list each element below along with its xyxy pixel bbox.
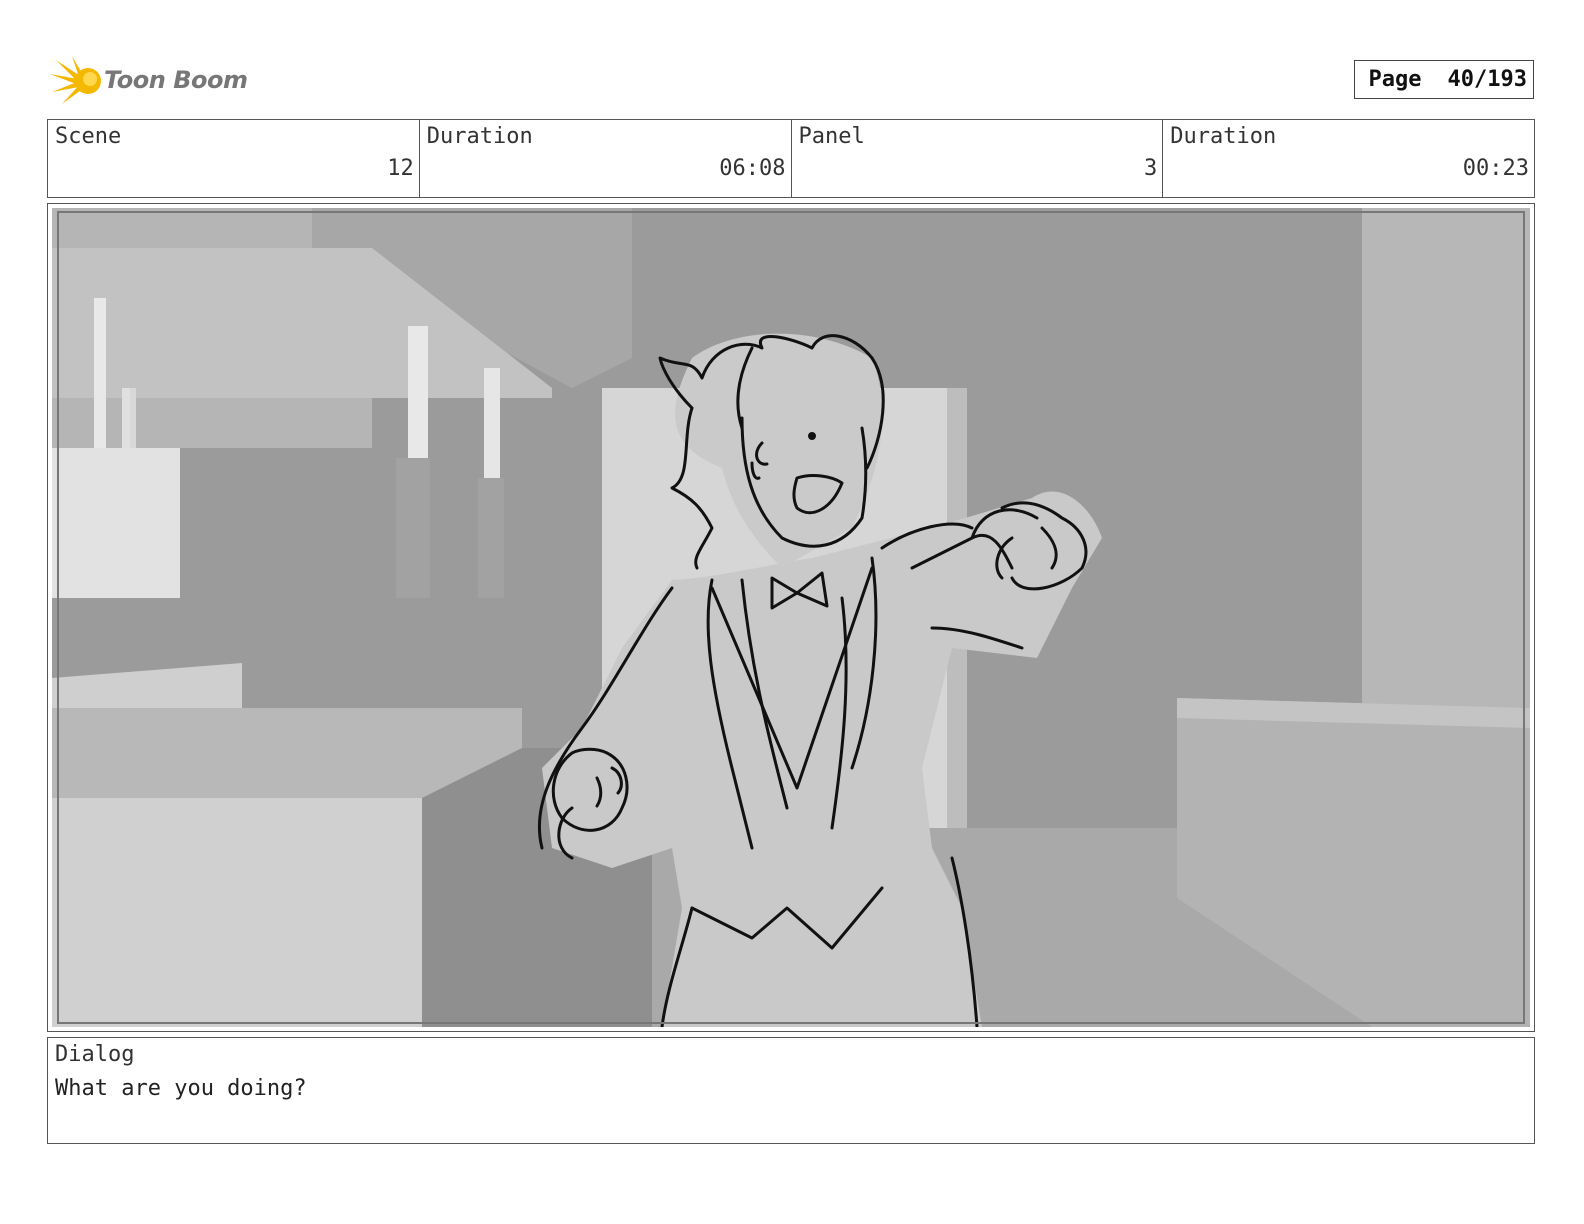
sketch-drawing bbox=[52, 208, 1530, 1027]
page-number: 40/193 bbox=[1447, 67, 1527, 92]
panel-cell: Panel 3 bbox=[792, 120, 1164, 197]
scene-cell: Scene 12 bbox=[48, 120, 420, 197]
starburst-logo-icon bbox=[50, 56, 101, 104]
dialog-box: Dialog What are you doing? bbox=[47, 1037, 1535, 1144]
scene-label: Scene bbox=[55, 124, 122, 149]
toon-boom-logo: Toon Boom bbox=[50, 54, 250, 108]
dialog-text: What are you doing? bbox=[55, 1076, 307, 1101]
panel-value: 3 bbox=[1144, 156, 1158, 181]
scene-duration-value: 06:08 bbox=[719, 156, 786, 181]
page-indicator: Page 40/193 bbox=[1354, 60, 1534, 99]
scene-duration-label: Duration bbox=[426, 124, 533, 149]
scene-duration-cell: Duration 06:08 bbox=[420, 120, 792, 197]
panel-label: Panel bbox=[798, 124, 865, 149]
scene-info-row: Scene 12 Duration 06:08 Panel 3 Duration… bbox=[47, 119, 1535, 198]
page-label: Page bbox=[1368, 67, 1422, 92]
panel-artwork bbox=[52, 208, 1530, 1027]
panel-duration-cell: Duration 00:23 bbox=[1163, 120, 1534, 197]
logo-text: Toon Boom bbox=[104, 66, 248, 94]
panel-duration-value: 00:23 bbox=[1462, 156, 1529, 181]
storyboard-panel bbox=[47, 203, 1535, 1032]
dialog-label: Dialog bbox=[55, 1042, 135, 1067]
panel-duration-label: Duration bbox=[1170, 124, 1277, 149]
scene-value: 12 bbox=[387, 156, 414, 181]
